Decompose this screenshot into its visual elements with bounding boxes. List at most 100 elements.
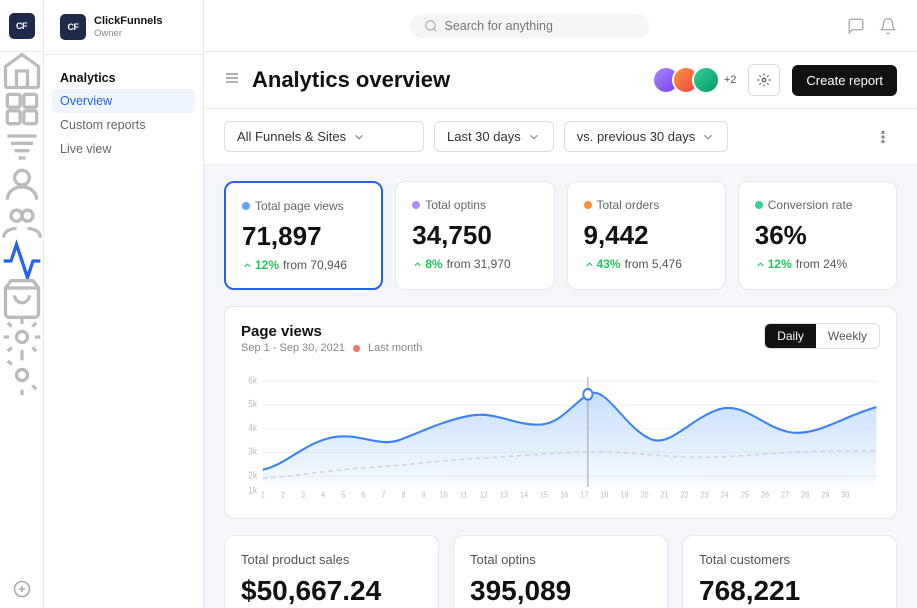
- svg-text:14: 14: [520, 490, 529, 500]
- sidebar-header: CF ClickFunnels Owner: [44, 0, 203, 55]
- filter-more-button[interactable]: [869, 123, 897, 151]
- chevron-down-icon-3: [701, 130, 715, 144]
- stat-change-3: 43% from 5,476: [584, 257, 709, 271]
- svg-text:30: 30: [841, 490, 850, 500]
- bottom-section: Total product sales $50,667.24 12% from …: [204, 535, 917, 608]
- create-report-button[interactable]: Create report: [792, 65, 897, 96]
- daily-toggle-button[interactable]: Daily: [765, 324, 816, 348]
- stat-value-3: 9,442: [584, 220, 709, 251]
- sidebar-link-overview[interactable]: Overview: [52, 89, 195, 113]
- nav-automations-icon[interactable]: [0, 318, 44, 356]
- stats-grid: Total page views 71,897 12% from 70,946: [224, 181, 897, 290]
- stat-change-4: 12% from 24%: [755, 257, 880, 271]
- chat-icon[interactable]: [847, 17, 865, 35]
- svg-text:26: 26: [761, 490, 770, 500]
- nav-home-icon[interactable]: [0, 52, 44, 90]
- compare-filter[interactable]: vs. previous 30 days: [564, 121, 729, 152]
- sidebar-link-live-view[interactable]: Live view: [44, 137, 203, 161]
- topbar: [204, 0, 917, 52]
- svg-text:29: 29: [821, 490, 830, 500]
- svg-text:2k: 2k: [248, 470, 257, 481]
- chart-header: Page views Sep 1 - Sep 30, 2021 Last mon…: [241, 323, 880, 354]
- logo-area: CF: [0, 0, 44, 52]
- chart-card: Page views Sep 1 - Sep 30, 2021 Last mon…: [224, 306, 897, 519]
- sidebar-link-custom-reports[interactable]: Custom reports: [44, 113, 203, 137]
- svg-text:20: 20: [640, 490, 649, 500]
- bottom-card-title-0: Total product sales: [241, 552, 422, 567]
- nav-analytics-icon[interactable]: [0, 242, 44, 280]
- svg-text:8: 8: [401, 490, 406, 500]
- nav-contacts-icon[interactable]: [0, 166, 44, 204]
- bottom-card-value-1: 395,089: [470, 575, 651, 607]
- add-button-icon[interactable]: [0, 570, 44, 608]
- sidebar-nav: Analytics Overview Custom reports Live v…: [44, 55, 203, 171]
- avatar-3: [692, 66, 720, 94]
- topbar-icons: [847, 17, 897, 35]
- search-icon: [424, 19, 438, 33]
- stat-card-orders[interactable]: Total orders 9,442 43% from 5,476: [567, 181, 726, 290]
- svg-text:28: 28: [801, 490, 810, 500]
- search-input[interactable]: [445, 19, 625, 33]
- nav-funnels-icon[interactable]: [0, 128, 44, 166]
- bottom-card-value-2: 768,221: [699, 575, 880, 607]
- icon-strip: CF: [0, 0, 44, 608]
- svg-text:5: 5: [341, 490, 346, 500]
- svg-text:27: 27: [781, 490, 790, 500]
- page-header: Analytics overview +2 Create report: [204, 52, 917, 109]
- svg-text:17: 17: [580, 490, 589, 500]
- chart-title: Page views: [241, 323, 422, 340]
- settings-gear-button[interactable]: [748, 64, 780, 96]
- svg-text:25: 25: [741, 490, 750, 500]
- stat-value: 71,897: [242, 221, 365, 252]
- svg-text:21: 21: [661, 490, 670, 500]
- svg-text:11: 11: [460, 490, 468, 500]
- svg-text:13: 13: [500, 490, 509, 500]
- bell-icon[interactable]: [879, 17, 897, 35]
- svg-text:4: 4: [321, 490, 326, 500]
- svg-text:1: 1: [261, 490, 266, 500]
- chevron-down-icon: [352, 130, 366, 144]
- search-box[interactable]: [410, 14, 650, 38]
- sidebar-panel: CF ClickFunnels Owner Analytics Overview…: [44, 0, 204, 608]
- hamburger-icon[interactable]: [224, 70, 240, 91]
- bottom-card-value-0: $50,667.24: [241, 575, 422, 607]
- svg-text:2: 2: [281, 490, 286, 500]
- svg-text:5k: 5k: [248, 399, 257, 410]
- stat-value-4: 36%: [755, 220, 880, 251]
- chart-section: Page views Sep 1 - Sep 30, 2021 Last mon…: [204, 306, 917, 535]
- nav-store-icon[interactable]: [0, 280, 44, 318]
- chart-svg: 6k 5k 4k 3k 2k 1k: [241, 362, 880, 502]
- scroll-area: Analytics overview +2 Create report: [204, 52, 917, 608]
- svg-text:15: 15: [540, 490, 549, 500]
- svg-text:1k: 1k: [248, 485, 257, 496]
- search-area: [224, 14, 835, 38]
- stat-card-page-views[interactable]: Total page views 71,897 12% from 70,946: [224, 181, 383, 290]
- weekly-toggle-button[interactable]: Weekly: [816, 324, 879, 348]
- stat-card-optins[interactable]: Total optins 34,750 8% from 31,970: [395, 181, 554, 290]
- filters-bar: All Funnels & Sites Last 30 days vs. pre…: [204, 109, 917, 165]
- svg-text:16: 16: [560, 490, 569, 500]
- svg-text:6: 6: [361, 490, 366, 500]
- svg-text:23: 23: [701, 490, 710, 500]
- stat-dot-2: [412, 201, 420, 209]
- chart-area: 6k 5k 4k 3k 2k 1k: [241, 362, 880, 502]
- stat-card-conversion[interactable]: Conversion rate 36% 12% from 24%: [738, 181, 897, 290]
- logo-icon: CF: [9, 13, 35, 39]
- bottom-card-sales: Total product sales $50,667.24 12% from …: [224, 535, 439, 608]
- page-title: Analytics overview: [252, 67, 652, 93]
- period-filter[interactable]: Last 30 days: [434, 121, 554, 152]
- bottom-card-optins: Total optins 395,089 28% from 284,465: [453, 535, 668, 608]
- svg-text:3k: 3k: [248, 446, 257, 457]
- svg-text:4k: 4k: [248, 422, 257, 433]
- avatar-count: +2: [724, 74, 737, 86]
- nav-audience-icon[interactable]: [0, 204, 44, 242]
- avatar-group: +2: [652, 66, 737, 94]
- stats-section: Total page views 71,897 12% from 70,946: [204, 165, 917, 306]
- funnel-filter[interactable]: All Funnels & Sites: [224, 121, 424, 152]
- sidebar-section-label: Analytics: [44, 65, 203, 89]
- svg-text:22: 22: [681, 490, 690, 500]
- svg-text:7: 7: [381, 490, 386, 500]
- nav-pages-icon[interactable]: [0, 90, 44, 128]
- nav-settings-icon[interactable]: [0, 356, 44, 394]
- chevron-down-icon-2: [527, 130, 541, 144]
